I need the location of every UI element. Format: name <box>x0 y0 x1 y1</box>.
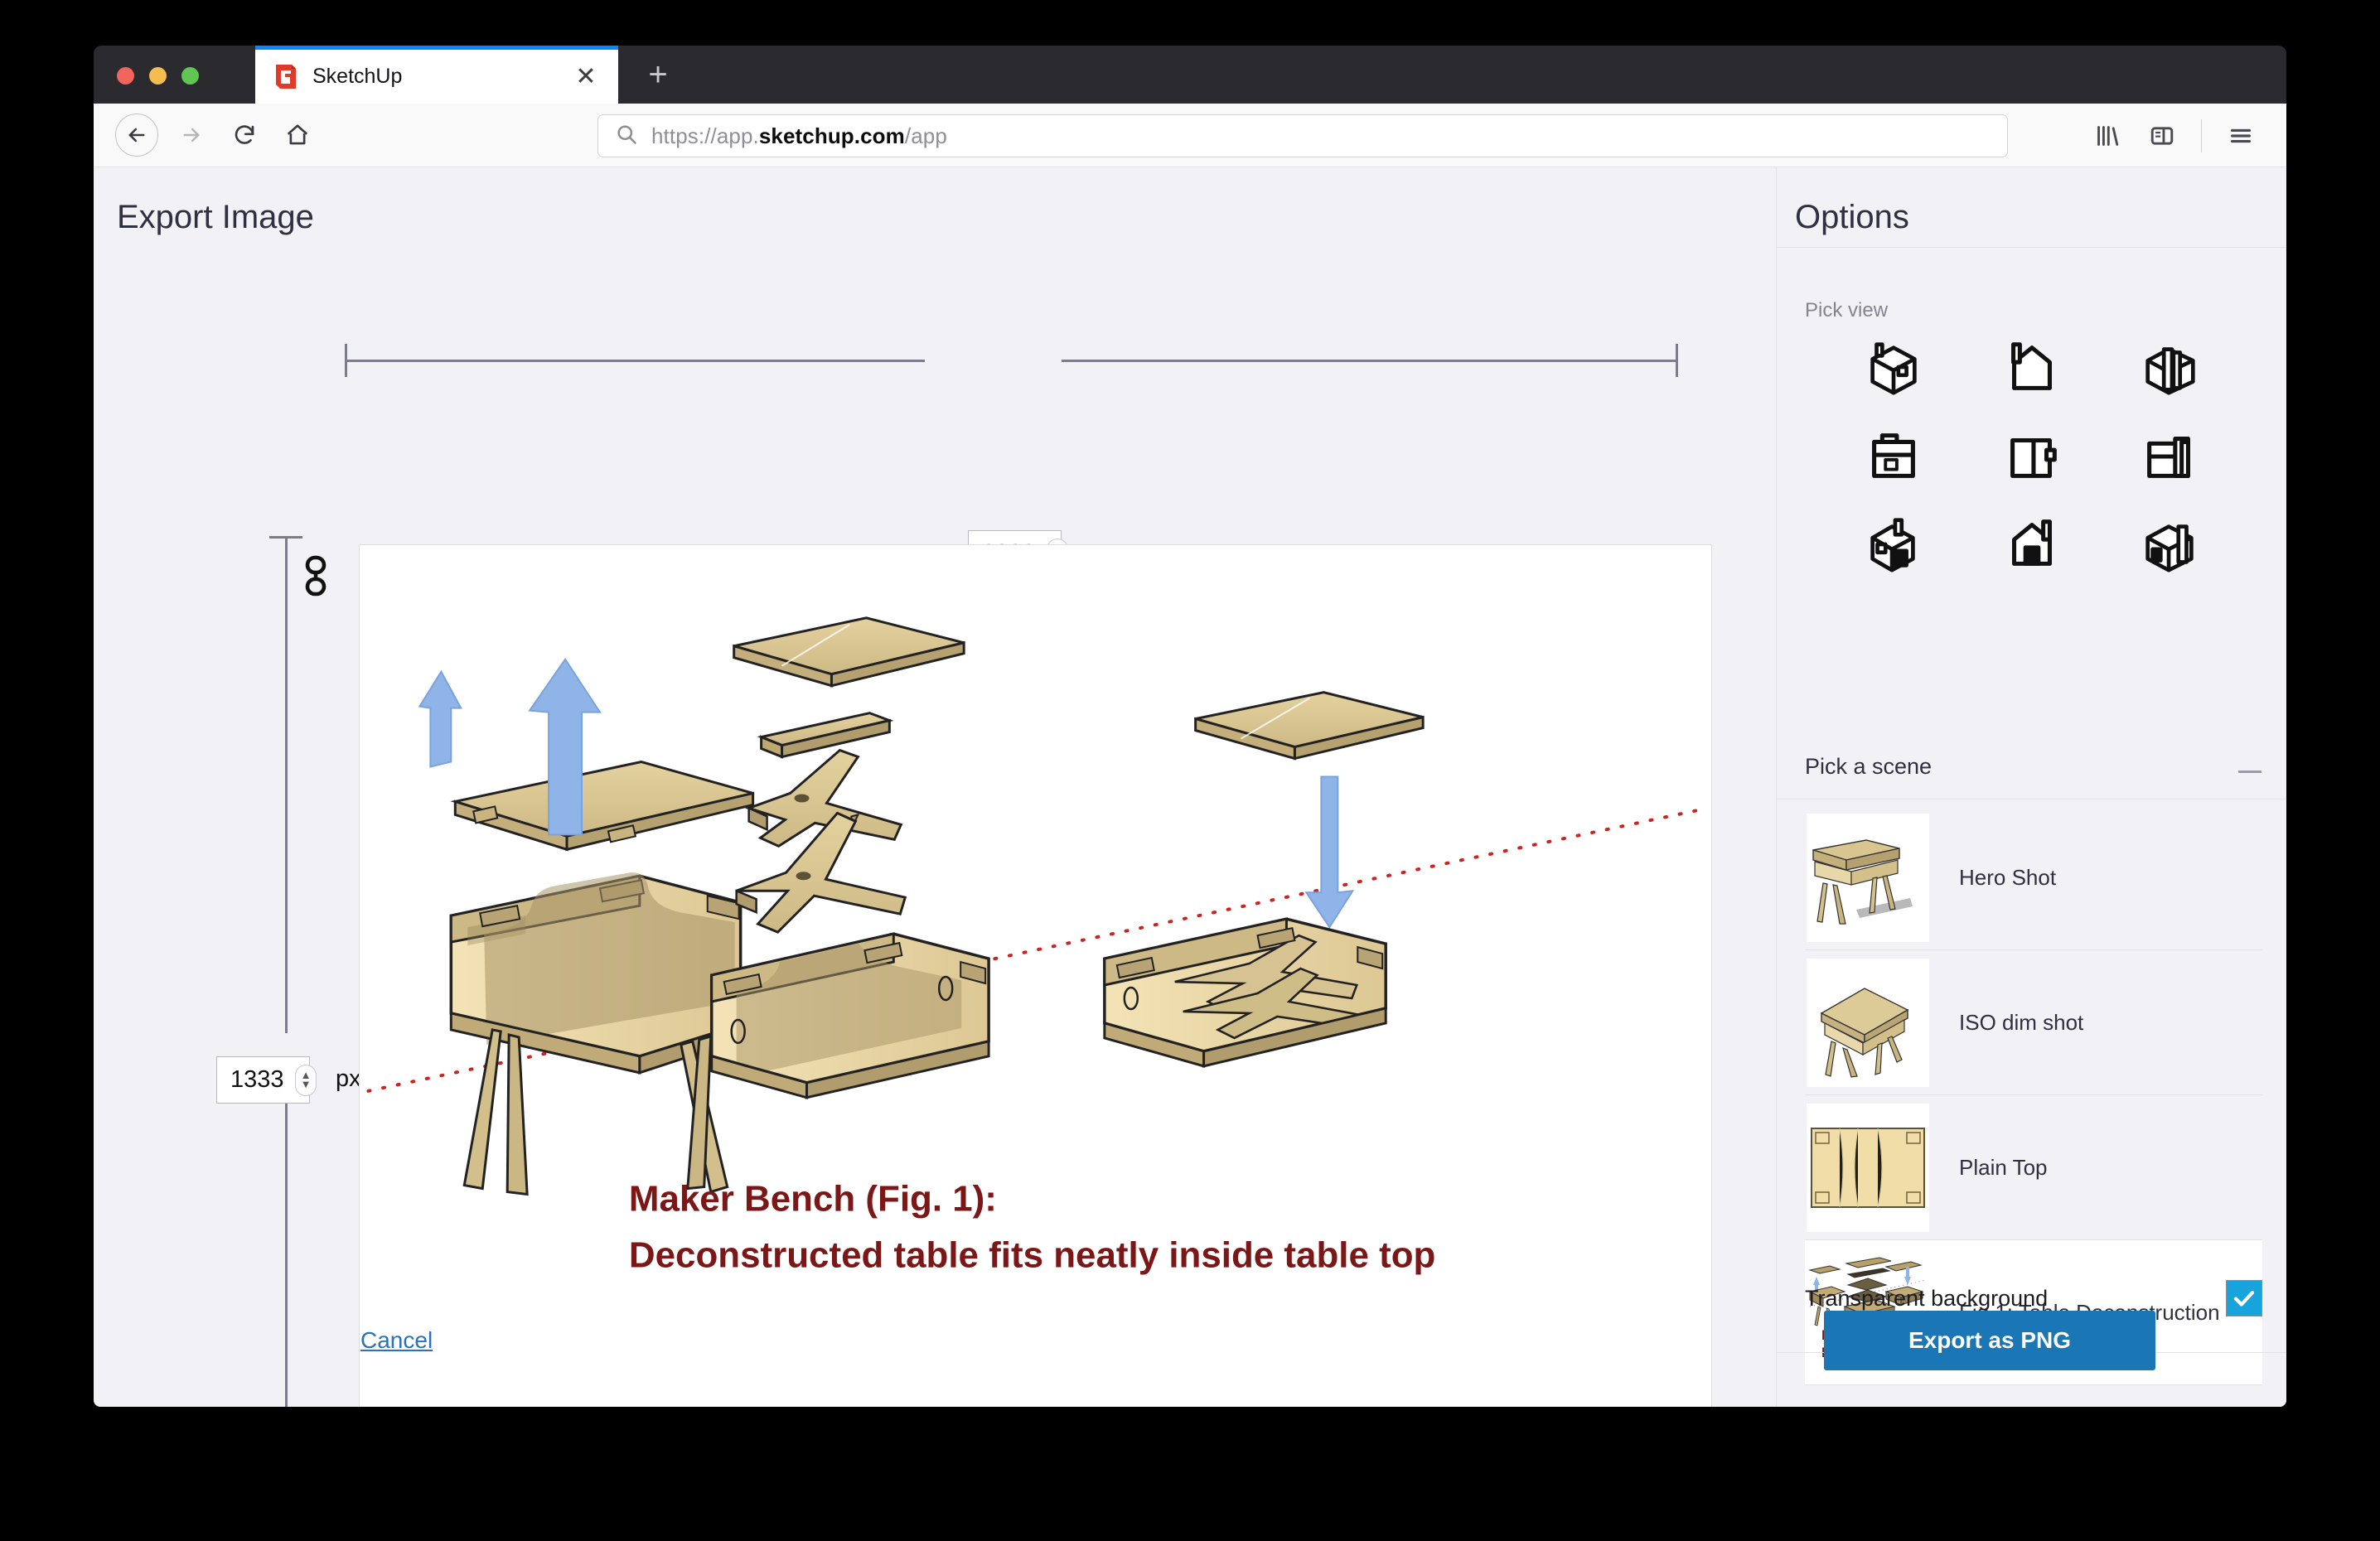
library-icon[interactable] <box>2080 114 2135 158</box>
exploded-parts-stack <box>709 616 990 1099</box>
url-domain: sketchup.com <box>758 123 905 148</box>
transparent-background-label: Transparent background <box>1805 1285 2049 1311</box>
tab-title: SketchUp <box>312 65 403 88</box>
plus-icon[interactable]: + <box>641 58 675 94</box>
assembled-bench <box>418 657 755 1196</box>
part-top-panel-right <box>1194 691 1425 761</box>
scene-item-hero-shot[interactable]: Hero Shot <box>1805 805 2262 950</box>
reload-icon[interactable] <box>225 115 264 155</box>
browser-window: SketchUp ✕ + https://app.sketchup.com/ap… <box>94 46 2286 1407</box>
bench-frame-assembled <box>449 872 743 1196</box>
checkmark-icon <box>2233 1291 2255 1307</box>
height-stepper[interactable]: ▲ ▼ <box>295 1064 317 1096</box>
dialog-footer: Cancel <box>94 1291 1776 1407</box>
preview-caption-line1: Maker Bench (Fig. 1): <box>629 1179 997 1220</box>
sidebar-toggle-icon[interactable] <box>2135 114 2189 158</box>
transparent-background-checkbox[interactable] <box>2226 1280 2262 1316</box>
window-controls <box>117 67 199 85</box>
scene-item-plain-top[interactable]: Plain Top <box>1805 1095 2262 1240</box>
bench-top-panel-left <box>450 760 755 852</box>
cancel-button[interactable]: Cancel <box>360 1327 433 1354</box>
exploded-bench-drawing: Maker Bench (Fig. 1): Deconstructed tabl… <box>366 616 1702 1275</box>
scene-label: ISO dim shot <box>1959 1009 2084 1035</box>
back-iso-view-icon[interactable] <box>1858 509 1929 580</box>
height-input[interactable] <box>230 1066 295 1094</box>
tab-strip: SketchUp ✕ + <box>94 46 2286 104</box>
height-input-wrapper[interactable]: ▲▼ <box>216 1056 317 1104</box>
url-path: /app <box>904 123 947 148</box>
hamburger-menu-icon[interactable] <box>2213 114 2268 158</box>
export-as-png-button[interactable]: Export as PNG <box>1824 1311 2155 1370</box>
page-title: Export Image <box>117 199 314 235</box>
options-divider <box>1777 247 2286 248</box>
width-dim-cap-right <box>1676 344 1678 377</box>
scene-item-iso-dim-shot[interactable]: ISO dim shot <box>1805 950 2262 1095</box>
top-view-icon[interactable] <box>1858 421 1929 492</box>
preview-caption-line2: Deconstructed table fits neatly inside t… <box>629 1234 1435 1275</box>
part-tray-box <box>709 932 990 1099</box>
options-title: Options <box>1795 199 1909 235</box>
options-panel: Options Pick view Pick a scene Hero Shot… <box>1776 167 2286 1407</box>
pick-scene-label: Pick a scene <box>1805 754 1933 779</box>
iso-view-icon[interactable] <box>1858 333 1929 404</box>
height-dim-line-top <box>285 536 288 1033</box>
view-icon-grid <box>1825 333 2239 580</box>
url-bar[interactable]: https://app.sketchup.com/app <box>597 114 2008 157</box>
url-text: https://app.sketchup.com/app <box>651 123 947 149</box>
left-view-icon[interactable] <box>1996 421 2068 492</box>
part-stretcher <box>757 712 894 759</box>
minimize-window-button[interactable] <box>149 67 167 85</box>
export-left-pane: Export Image 2000 1333 ▲ ▼ px Maker Benc… <box>94 167 1776 1407</box>
browser-tab[interactable]: SketchUp ✕ <box>255 46 618 104</box>
maximize-window-button[interactable] <box>181 67 199 85</box>
hero-shot-thumb <box>1807 813 1929 942</box>
assembly-arrow-small <box>418 669 462 768</box>
scene-label: Plain Top <box>1959 1154 2048 1180</box>
iso-dim-shot-thumb <box>1807 958 1929 1087</box>
nested-tray-box <box>1103 917 1387 1068</box>
insertion-arrow-down <box>1304 775 1355 929</box>
height-unit-label: px <box>336 1065 361 1092</box>
close-icon[interactable]: ✕ <box>572 64 600 89</box>
forward-arrow-icon[interactable] <box>172 115 211 155</box>
toolbar-divider <box>2200 119 2202 152</box>
bottom-iso-view-icon[interactable] <box>2135 509 2206 580</box>
front-view-icon[interactable] <box>1996 333 2068 404</box>
back-view-icon[interactable] <box>1996 509 2068 580</box>
back-arrow-icon[interactable] <box>115 114 158 157</box>
navigation-toolbar: https://app.sketchup.com/app <box>94 104 2286 167</box>
toolbar-right-actions <box>2080 114 2269 158</box>
close-window-button[interactable] <box>117 67 134 85</box>
image-preview[interactable]: Maker Bench (Fig. 1): Deconstructed tabl… <box>359 544 1712 1407</box>
url-prefix: https://app. <box>651 123 759 148</box>
right-iso-view-icon[interactable] <box>2135 333 2206 404</box>
export-image-dialog: Export Image 2000 1333 ▲ ▼ px Maker Benc… <box>94 167 2286 1407</box>
sketchup-logo-icon <box>273 63 298 91</box>
scene-label: Hero Shot <box>1959 864 2057 890</box>
chain-link-icon[interactable] <box>299 554 332 597</box>
part-top-panel <box>733 616 965 688</box>
search-icon <box>615 123 638 150</box>
width-dim-line-right <box>1062 360 1678 362</box>
home-icon[interactable] <box>278 115 317 155</box>
right-view-icon[interactable] <box>2135 421 2206 492</box>
minus-icon[interactable] <box>2238 770 2261 773</box>
pick-view-label: Pick view <box>1805 299 1889 321</box>
width-dim-line-left <box>345 360 925 362</box>
pick-scene-header: Pick a scene <box>1777 747 2286 799</box>
plain-top-thumb <box>1807 1103 1929 1232</box>
